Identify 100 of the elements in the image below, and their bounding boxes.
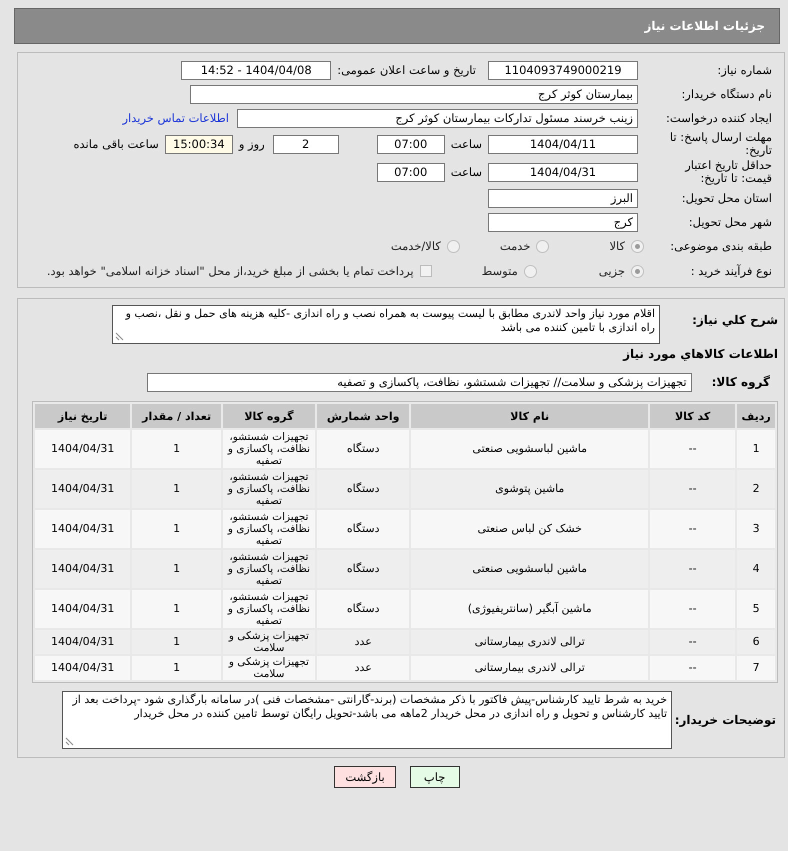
- option-label: پرداخت تمام یا بخشی از مبلغ خرید،از محل "اسناد خزانه اسلامی" خواهد بود.: [46, 264, 414, 278]
- city-field[interactable]: کرج: [488, 212, 638, 232]
- field-label: شرح كلي نياز:: [691, 312, 778, 327]
- column-header: گروه کالا: [222, 404, 315, 428]
- table-cell: تجهیزات پزشکی و سلامت: [222, 656, 315, 680]
- table-cell: --: [650, 510, 736, 548]
- table-cell: 1404/04/31: [35, 550, 130, 588]
- buyer-notes-field[interactable]: خرید به شرط تایید کارشناس-پیش فاکتور با ذکر مشخصات (برند-گارانتی -مشخصات فنی )در سامانه بارگذاری شود -پرداخت بعد از تایید کارشناس و تحویل و راه اندازی در محل خریدار 2ماهه می باشد-تحویل رایگان توسط تامین کننده در محل خریدار: [62, 691, 672, 749]
- buyer-org-field[interactable]: بیمارستان کوثر کرج: [190, 84, 638, 104]
- need-number-field[interactable]: 1104093749000219: [488, 60, 638, 80]
- field-label: مهلت ارسال پاسخ: تا تاریخ:: [668, 131, 773, 157]
- description-field[interactable]: اقلام مورد نیاز واحد لاندری مطابق با لیست پیوست به همراه نصب و راه اندازی -کلیه هزینه های حمل و نقل ،نصب و راه اندازی با تامین کننده می باشد: [112, 305, 660, 344]
- table-cell: ماشین آبگیر (سانتریفیوژی): [411, 590, 648, 628]
- field-label: طبقه بندی موضوعی:: [669, 240, 773, 252]
- print-button[interactable]: چاپ: [410, 766, 460, 788]
- time-field[interactable]: 07:00: [376, 134, 445, 154]
- field-label: ایجاد کننده درخواست:: [665, 112, 773, 124]
- table-cell: 1: [132, 510, 221, 548]
- table-cell: 1: [132, 656, 221, 680]
- option-label: متوسط: [482, 264, 518, 278]
- contact-link[interactable]: اطلاعات تماس خریدار: [122, 111, 229, 125]
- table-cell: --: [650, 550, 736, 588]
- table-cell: دستگاه: [316, 470, 410, 508]
- field-label: ساعت باقی مانده: [74, 137, 159, 151]
- field-label: توضیحات خریدار:: [674, 713, 777, 727]
- column-header: واحد شمارش: [316, 404, 410, 428]
- table-cell: تجهیزات شستشو، نظافت، پاکسازی و تصفیه: [222, 590, 315, 628]
- checkbox[interactable]: [420, 265, 432, 277]
- radio-button[interactable]: [631, 240, 644, 252]
- radio-button[interactable]: [446, 240, 460, 252]
- back-button[interactable]: بازگشت: [334, 766, 396, 788]
- resize-grip-icon[interactable]: [65, 737, 74, 746]
- table-cell: 1: [737, 430, 775, 468]
- field-label: شماره نیاز:: [716, 64, 773, 76]
- table-cell: ترالی لاندری بیمارستانی: [411, 656, 648, 680]
- field-label: نوع فرآیند خرید :: [690, 264, 773, 278]
- table-cell: ماشین پتوشوی: [411, 470, 648, 508]
- column-header: ردیف: [737, 404, 775, 428]
- option-label: کالا/خدمت: [390, 239, 441, 253]
- option-label: خدمت: [500, 239, 530, 253]
- remaining-time-field[interactable]: 15:00:34: [164, 134, 233, 154]
- table-cell: --: [650, 430, 736, 468]
- table-cell: تجهیزات پزشکی و سلامت: [222, 630, 315, 654]
- radio-button[interactable]: [524, 264, 537, 278]
- table-cell: دستگاه: [316, 510, 410, 548]
- table-cell: 1: [132, 430, 221, 468]
- table-cell: 1404/04/31: [35, 630, 130, 654]
- date-field[interactable]: 1404/04/31: [488, 162, 638, 182]
- table-cell: 1404/04/31: [35, 510, 130, 548]
- table-cell: 1: [132, 470, 221, 508]
- table-cell: 1: [132, 590, 221, 628]
- field-label: ساعت: [450, 137, 482, 151]
- table-cell: 1: [132, 630, 221, 654]
- column-header: تاریخ نیاز: [35, 404, 130, 428]
- table-cell: ترالی لاندری بیمارستانی: [411, 630, 648, 654]
- field-label: شهر محل تحویل:: [688, 216, 773, 228]
- table-cell: دستگاه: [316, 430, 410, 468]
- radio-button[interactable]: [631, 264, 644, 278]
- field-label: نام دستگاه خریدار:: [680, 88, 773, 100]
- requester-field[interactable]: زینب خرسند مسئول تدارکات بیمارستان کوثر کرج: [237, 108, 638, 128]
- table-cell: 6: [737, 630, 775, 654]
- page-title: جزئیات اطلاعات نیاز: [644, 19, 765, 33]
- field-label: حداقل تاریخ اعتبار قیمت: تا تاریخ:: [684, 159, 773, 185]
- table-cell: 1404/04/31: [35, 430, 130, 468]
- resize-grip-icon[interactable]: [115, 332, 124, 341]
- column-header: نام کالا: [411, 404, 648, 428]
- column-header: تعداد / مقدار: [132, 404, 221, 428]
- table-cell: دستگاه: [316, 590, 410, 628]
- table-cell: عدد: [316, 630, 410, 654]
- table-cell: 4: [737, 550, 775, 588]
- province-field[interactable]: البرز: [488, 188, 638, 208]
- table-cell: 1: [132, 550, 221, 588]
- field-label: روز و: [238, 137, 265, 151]
- table-cell: خشک کن لباس صنعتی: [411, 510, 648, 548]
- table-cell: 1404/04/31: [35, 656, 130, 680]
- announce-date-field[interactable]: 1404/04/08 - 14:52: [181, 60, 332, 80]
- days-field[interactable]: 2: [272, 134, 339, 154]
- column-header: کد کالا: [650, 404, 736, 428]
- time-field[interactable]: 07:00: [376, 162, 445, 182]
- table-cell: 7: [737, 656, 775, 680]
- table-cell: 2: [737, 470, 775, 508]
- table-cell: --: [650, 470, 736, 508]
- option-label: جزیی: [598, 264, 625, 278]
- section-heading: اطلاعات كالاهاي مورد نياز: [622, 347, 778, 361]
- table-cell: تجهیزات شستشو، نظافت، پاکسازی و تصفیه: [222, 550, 315, 588]
- field-label: گروه کالا:: [712, 375, 771, 389]
- table-cell: تجهیزات شستشو، نظافت، پاکسازی و تصفیه: [222, 430, 315, 468]
- table-cell: 1404/04/31: [35, 470, 130, 508]
- table-cell: 1404/04/31: [35, 590, 130, 628]
- table-cell: تجهیزات شستشو، نظافت، پاکسازی و تصفیه: [222, 470, 315, 508]
- field-label: استان محل تحویل:: [680, 192, 773, 204]
- radio-button[interactable]: [536, 240, 550, 252]
- table-cell: --: [650, 590, 736, 628]
- goods-group-field[interactable]: تجهیزات پزشکی و سلامت// تجهیزات شستشو، نظافت، پاکسازی و تصفیه: [146, 372, 692, 392]
- table-cell: 5: [737, 590, 775, 628]
- option-label: کالا: [609, 239, 625, 253]
- date-field[interactable]: 1404/04/11: [488, 134, 638, 154]
- table-cell: 3: [737, 510, 775, 548]
- table-cell: عدد: [316, 656, 410, 680]
- table-cell: ماشین لباسشویی صنعتی: [411, 430, 648, 468]
